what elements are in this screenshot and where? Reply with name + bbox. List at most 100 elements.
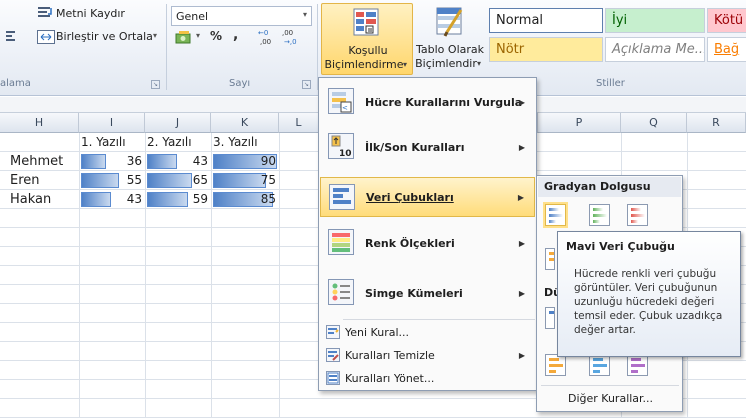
data-bar <box>81 192 111 207</box>
cell-header[interactable]: 3. Yazılı <box>213 133 258 152</box>
more-rules-item[interactable]: Diğer Kurallar... <box>538 388 681 410</box>
gradient-blue-data-bar-icon[interactable] <box>545 204 566 226</box>
wrap-text-button[interactable]: Metni Kaydır <box>56 7 125 20</box>
style-normal[interactable]: Normal <box>489 8 603 33</box>
column-header-j[interactable]: J <box>145 113 211 133</box>
menu-item-highlight-rules[interactable]: < Hücre Kurallarını Vurgula ▶ <box>320 84 535 120</box>
solid-orange-data-bar-icon[interactable] <box>545 354 566 376</box>
chevron-right-icon: ▶ <box>517 192 524 202</box>
cell-score[interactable]: 36 <box>79 152 145 171</box>
chevron-right-icon: ▶ <box>518 238 525 248</box>
solid-lightblue-data-bar-icon[interactable] <box>589 354 610 376</box>
chevron-down-icon: ▾ <box>403 60 408 69</box>
cell-value: 59 <box>192 192 208 206</box>
cell-student-name[interactable]: Eren <box>10 171 40 190</box>
cell-score[interactable]: 90 <box>211 152 279 171</box>
menu-separator <box>343 319 535 320</box>
align-left-icon[interactable] <box>5 28 17 44</box>
menu-item-new-rule[interactable]: Yeni Kural... <box>320 321 535 343</box>
menu-item-color-scales[interactable]: Renk Ölçekleri ▶ <box>320 223 535 263</box>
percent-button[interactable]: % <box>210 29 222 43</box>
tooltip: Mavi Veri Çubuğu Hücrede renkli veri çub… <box>557 231 741 357</box>
cell-value: 90 <box>260 154 276 168</box>
chevron-right-icon: ▶ <box>518 350 525 360</box>
style-bad[interactable]: Kötü <box>707 8 746 33</box>
number-group-label: Sayı <box>229 78 251 89</box>
menu-item-icon-sets[interactable]: Simge Kümeleri ▶ <box>320 273 535 313</box>
manage-rules-icon <box>326 371 340 385</box>
column-header-r[interactable]: R <box>687 113 746 133</box>
cell-score[interactable]: 75 <box>211 171 279 190</box>
menu-item-label: İlk/Son Kuralları <box>365 140 465 154</box>
conditional-formatting-label-1: Koşullu <box>348 44 388 57</box>
conditional-formatting-label-2: Biçimlendirme <box>324 58 404 71</box>
style-neutral[interactable]: Nötr <box>489 37 603 62</box>
chevron-down-icon: ▾ <box>302 10 307 19</box>
gradient-orange-data-bar-icon[interactable] <box>545 248 555 270</box>
svg-text:,00: ,00 <box>260 38 271 46</box>
cell-score[interactable]: 59 <box>145 190 211 209</box>
style-linked-cell[interactable]: Bağ <box>707 37 746 62</box>
gradient-green-data-bar-icon[interactable] <box>589 204 610 226</box>
cell-score[interactable]: 43 <box>145 152 211 171</box>
cell-header[interactable]: 2. Yazılı <box>147 133 192 152</box>
menu-item-data-bars[interactable]: Veri Çubukları ▶ <box>320 177 535 217</box>
menu-item-top-bottom-rules[interactable]: 10 İlk/Son Kuralları ▶ <box>320 127 535 167</box>
data-bar <box>81 173 119 188</box>
menu-item-clear-rules[interactable]: Kuralları Temizle ▶ <box>320 344 535 366</box>
svg-text:→,0: →,0 <box>284 38 297 46</box>
decrease-decimal-icon[interactable]: ,00 →,0 <box>281 27 299 47</box>
increase-decimal-icon[interactable]: ←0,00 <box>257 27 275 47</box>
merge-center-button[interactable]: Birleştir ve Ortala <box>56 30 153 43</box>
conditional-formatting-button[interactable]: Koşullu Biçimlendirme ▾ <box>321 3 413 75</box>
more-rules-label: Diğer Kurallar... <box>568 392 654 405</box>
menu-item-label: Simge Kümeleri <box>365 286 463 300</box>
cell-score[interactable]: 55 <box>79 171 145 190</box>
currency-dropdown-arrow[interactable]: ▾ <box>196 31 200 40</box>
highlight-cells-icon: < <box>328 88 354 114</box>
style-explanatory[interactable]: Açıklama Me... <box>605 37 705 62</box>
cell-student-name[interactable]: Mehmet <box>10 152 63 171</box>
column-header-q[interactable]: Q <box>621 113 687 133</box>
menu-item-label: Renk Ölçekleri <box>365 236 455 250</box>
wrap-text-icon <box>37 5 55 21</box>
chevron-right-icon: ▶ <box>518 288 525 298</box>
column-header-k[interactable]: K <box>211 113 279 133</box>
new-rule-icon <box>326 325 340 339</box>
alignment-dialog-launcher[interactable]: ↘ <box>151 80 160 89</box>
cell-header[interactable]: 1. Yazılı <box>81 133 126 152</box>
gradient-red-data-bar-icon[interactable] <box>627 204 648 226</box>
data-bar <box>147 154 177 169</box>
currency-icon[interactable] <box>175 30 195 46</box>
svg-text:←0: ←0 <box>258 29 268 37</box>
data-bar <box>147 173 192 188</box>
chevron-right-icon: ▶ <box>518 97 525 107</box>
cell-score[interactable]: 65 <box>145 171 211 190</box>
solid-blue-data-bar-icon[interactable] <box>545 307 555 329</box>
number-format-value: Genel <box>176 10 209 23</box>
merge-dropdown-arrow[interactable]: ▾ <box>153 31 157 40</box>
column-header-h[interactable]: H <box>0 113 79 133</box>
style-good[interactable]: İyi <box>605 8 705 33</box>
number-format-select[interactable]: Genel ▾ <box>171 6 312 26</box>
cell-value: 43 <box>192 154 208 168</box>
style-good-label: İyi <box>612 13 628 28</box>
solid-purple-data-bar-icon[interactable] <box>627 354 648 376</box>
style-bad-label: Kötü <box>714 13 744 28</box>
conditional-formatting-icon <box>350 7 384 39</box>
gradient-fill-header: Gradyan Dolgusu <box>538 177 681 197</box>
tooltip-body: Hücrede renkli veri çubuğu görüntüler. V… <box>574 268 723 336</box>
styles-group-label: Stiller <box>596 78 625 89</box>
format-as-table-button[interactable]: Tablo Olarak Biçimlendir ▾ <box>413 3 487 75</box>
format-as-table-label-2: Biçimlendir <box>415 57 477 70</box>
cell-student-name[interactable]: Hakan <box>10 190 51 209</box>
column-header-i[interactable]: I <box>79 113 145 133</box>
cell-score[interactable]: 85 <box>211 190 279 209</box>
number-dialog-launcher[interactable]: ↘ <box>302 80 311 89</box>
column-header-l[interactable]: L <box>279 113 319 133</box>
column-header-p[interactable]: P <box>538 113 621 133</box>
menu-item-manage-rules[interactable]: Kuralları Yönet... <box>320 367 535 389</box>
alignment-group-label: alama <box>0 78 31 89</box>
comma-style-button[interactable]: , <box>233 27 238 43</box>
cell-score[interactable]: 43 <box>79 190 145 209</box>
